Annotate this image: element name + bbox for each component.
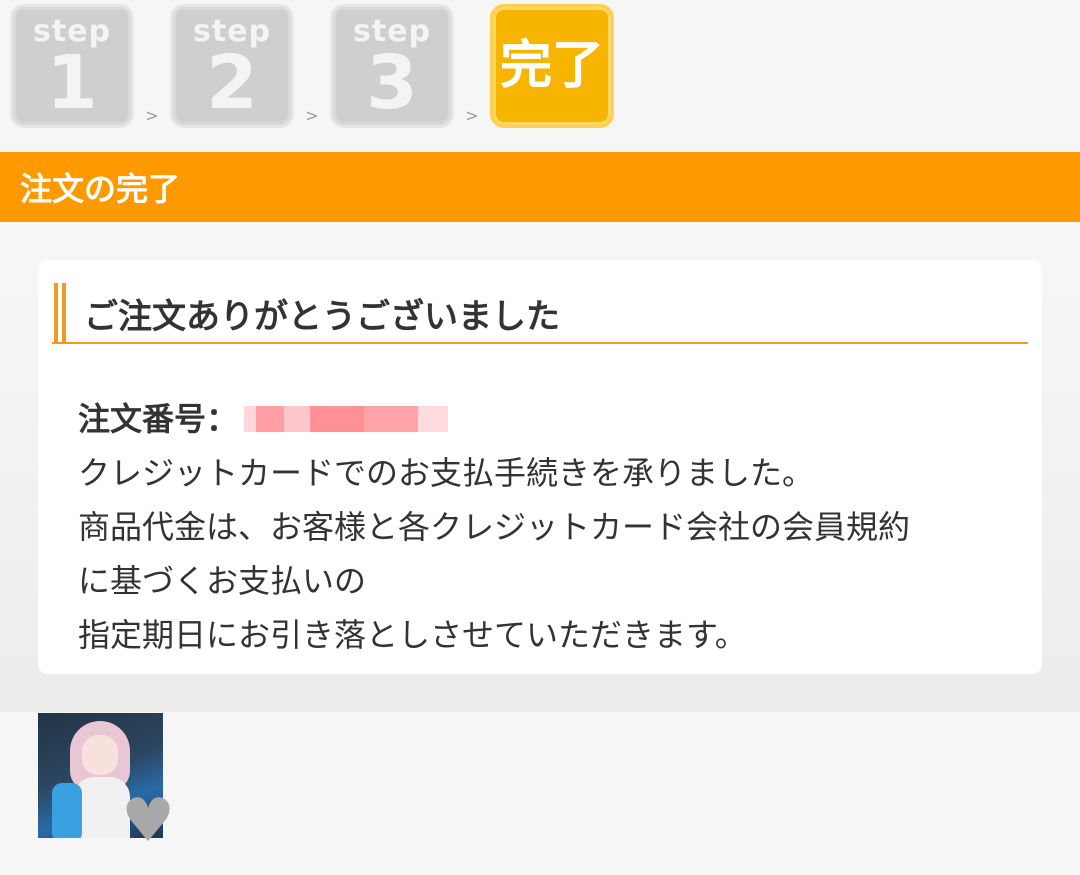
order-steps: step 1 > step 2 > step 3 > 完了 — [10, 4, 614, 128]
section-title: 注文の完了 — [20, 170, 181, 208]
order-number-label: 注文番号： — [78, 400, 239, 438]
step-1: step 1 — [10, 4, 134, 128]
message-line-3: に基づくお支払いの — [78, 562, 367, 600]
order-complete-card: ご注文ありがとうございました 注文番号： クレジットカードでのお支払手続きを承り… — [38, 260, 1042, 674]
step-2-number: 2 — [206, 40, 258, 126]
step-complete: 完了 — [490, 4, 614, 128]
message-line-4: 指定期日にお引き落としさせていただきます。 — [78, 616, 747, 654]
heart-icon[interactable]: ♥ — [121, 791, 175, 851]
heading-accent-bars — [54, 283, 68, 343]
content-area: ご注文ありがとうございました 注文番号： クレジットカードでのお支払手続きを承り… — [0, 222, 1080, 712]
section-header: 注文の完了 — [0, 152, 1080, 222]
step-separator: > — [145, 106, 159, 125]
message-line-2: 商品代金は、お客様と各クレジットカード会社の会員規約 — [78, 508, 911, 546]
card-heading-title: ご注文ありがとうございました — [84, 296, 560, 337]
step-complete-label: 完了 — [499, 36, 604, 96]
card-heading: ご注文ありがとうございました — [52, 283, 1028, 344]
step-1-number: 1 — [46, 40, 98, 126]
step-3-number: 3 — [366, 40, 418, 126]
step-separator: > — [465, 106, 479, 125]
step-separator: > — [305, 106, 319, 125]
step-2: step 2 — [170, 4, 294, 128]
card-body: 注文番号： クレジットカードでのお支払手続きを承りました。 商品代金は、お客様と… — [78, 392, 1028, 662]
step-3: step 3 — [330, 4, 454, 128]
order-number-line: 注文番号： — [78, 392, 1028, 446]
order-number-redacted — [244, 406, 449, 432]
message-line-1: クレジットカードでのお支払手続きを承りました。 — [78, 454, 815, 492]
